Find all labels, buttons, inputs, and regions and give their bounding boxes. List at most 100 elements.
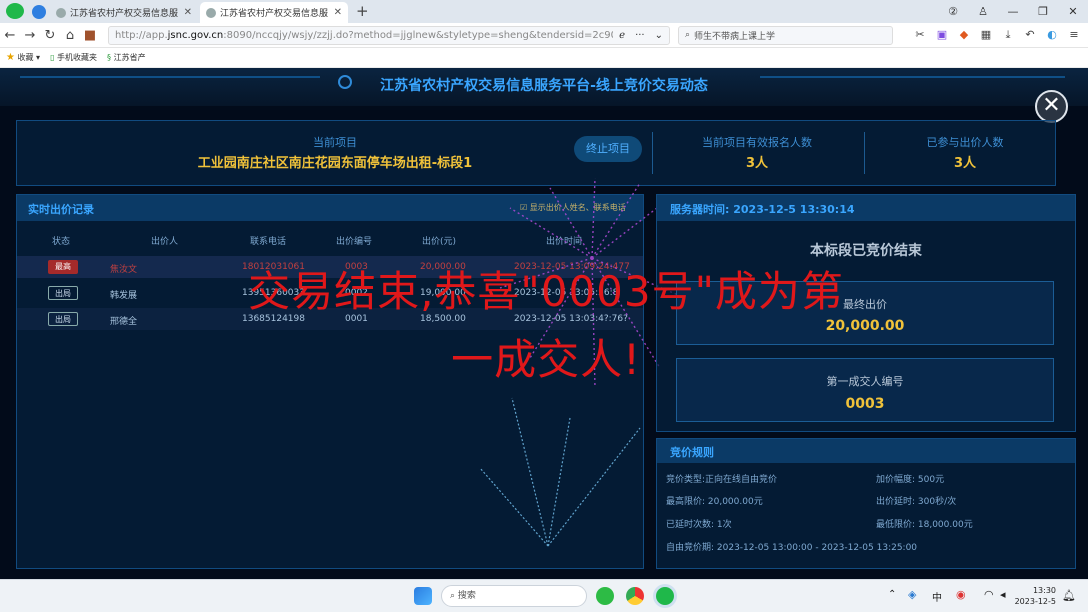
status-badge: 出局 [48, 286, 78, 300]
server-time: 服务器时间: 2023-12-5 13:30:14 [670, 201, 855, 217]
search-icon: ⌕ [450, 591, 456, 601]
bookmark-jiangsu[interactable]: § 江苏省产 [107, 52, 146, 63]
wifi-icon[interactable]: ◠ [984, 588, 994, 601]
chevron-down-icon[interactable]: ⌄ [655, 30, 663, 41]
bidders-label: 已参与出价人数 [926, 136, 1004, 149]
menu-icon[interactable]: ≡ [1064, 28, 1084, 42]
auction-page: 江苏省农村产权交易信息服务平台-线上竞价交易动态 ✕ 当前项目 工业园南庄社区南… [0, 68, 1088, 579]
site-icon: § [107, 53, 112, 62]
extension-icon[interactable]: ■ [80, 28, 100, 43]
clock-time: 13:30 [1032, 586, 1056, 595]
bookmarks-bar: ★ 收藏 ▾ ▯ 手机收藏夹 § 江苏省产 [0, 48, 1088, 68]
bid-number: 0001 [345, 314, 368, 324]
signup-label: 当前项目有效报名人数 [702, 136, 812, 149]
browser-taskbar-icon[interactable] [656, 587, 674, 605]
bidder-name: 韩发展 [110, 291, 138, 301]
page-count-icon[interactable]: ② [938, 5, 968, 18]
url-text[interactable]: http://app.jsnc.gov.cn:8090/nccqjy/wsjy/… [115, 30, 613, 41]
final-price-value: 20,000.00 [825, 318, 905, 334]
edge-icon[interactable]: ◐ [1042, 28, 1062, 42]
new-tab-button[interactable]: + [356, 2, 369, 20]
rules-header-bar [657, 439, 1075, 463]
bookmark-favorites[interactable]: ★ 收藏 ▾ [6, 52, 40, 63]
chrome-icon[interactable] [626, 587, 644, 605]
wechat-icon[interactable] [596, 587, 614, 605]
url-path: :8090/nccqjy/wsjy/zzjj.do?method=jjglnew… [223, 29, 614, 41]
page-title: 江苏省农村产权交易信息服务平台-线上竞价交易动态 [380, 78, 708, 94]
tab-2[interactable]: 江苏省农村产权交易信息服务 ✕ [200, 2, 348, 23]
close-tab-icon[interactable]: ✕ [334, 7, 342, 18]
bid-number: 0003 [345, 262, 368, 272]
search-box[interactable]: ⌕ 师生不带病上课上学 [678, 25, 893, 45]
minimize-button[interactable]: — [998, 5, 1028, 18]
tab-title: 江苏省农村产权交易信息服务 [70, 9, 178, 19]
rule-increment: 加价幅度: 500元 [876, 475, 945, 485]
address-bar[interactable]: http://app.jsnc.gov.cn:8090/nccqjy/wsjy/… [108, 25, 670, 45]
star-icon: ★ [6, 52, 15, 63]
col-status: 状态 [52, 237, 71, 247]
stop-project-button[interactable]: 终止项目 [574, 136, 642, 162]
globe-icon [206, 7, 216, 18]
navigation-bar: ← → ↻ ⌂ ■ http://app.jsnc.gov.cn:8090/nc… [0, 23, 1088, 48]
bidders-count: 3人 [953, 156, 977, 171]
globe-icon [56, 7, 66, 18]
tab-title: 江苏省农村产权交易信息服务 [220, 9, 328, 19]
auction-ended-text: 本标段已竞价结束 [810, 243, 922, 259]
col-phone: 联系电话 [250, 237, 287, 247]
server-time-label: 服务器时间: [670, 203, 730, 216]
close-tab-icon[interactable]: ✕ [184, 7, 192, 18]
grid-icon[interactable]: ▦ [976, 28, 996, 42]
col-bidder: 出价人 [151, 237, 179, 247]
system-clock[interactable]: 13:30 2023-12-5 [1015, 585, 1056, 607]
bookmark-mobile[interactable]: ▯ 手机收藏夹 [50, 52, 97, 63]
scissors-icon[interactable]: ✂ [910, 28, 930, 42]
game-icon[interactable]: ◆ [954, 28, 974, 42]
taskbar-search[interactable]: ⌕ 搜索 [441, 585, 587, 607]
more-icon[interactable]: ··· [635, 30, 645, 41]
search-icon: ⌕ [685, 30, 691, 40]
volume-icon[interactable]: ◂ [1000, 588, 1006, 601]
bid-price: 19,000.00 [420, 288, 466, 298]
rule-min-limit: 最低限价: 18,000.00元 [876, 520, 973, 530]
current-item-label: 当前项目 [313, 136, 357, 149]
shirt-icon[interactable]: ♙ [968, 5, 998, 18]
undo-icon[interactable]: ↶ [1020, 28, 1040, 42]
download-icon[interactable]: ⤓ [998, 28, 1018, 42]
ie-mode-icon[interactable]: ℯ [619, 30, 625, 41]
browser-tab-bar: 江苏省农村产权交易信息服务 ✕ 江苏省农村产权交易信息服务 ✕ + ② ♙ — … [0, 0, 1088, 23]
tray-chevron-icon[interactable]: ⌃ [888, 589, 896, 600]
tab-1[interactable]: 江苏省农村产权交易信息服务 ✕ [50, 2, 198, 23]
refresh-icon[interactable]: ↻ [40, 28, 60, 43]
ime-indicator[interactable]: 中 [932, 589, 942, 604]
rule-delays-done: 已延时次数: 1次 [666, 520, 732, 530]
tray-red-icon[interactable]: ◉ [956, 588, 966, 601]
close-window-button[interactable]: ✕ [1058, 5, 1088, 18]
close-button[interactable]: ✕ [1035, 90, 1068, 123]
taskbar-search-label: 搜索 [457, 591, 476, 601]
forward-icon[interactable]: → [20, 28, 40, 43]
col-number: 出价编号 [336, 237, 373, 247]
browser-logo-icon[interactable] [6, 3, 24, 19]
final-price-box [676, 281, 1054, 345]
rule-period: 自由竞价期: 2023-12-05 13:00:00 - 2023-12-05 … [666, 543, 918, 553]
clock-date: 2023-12-5 [1014, 597, 1056, 606]
current-item-name: 工业园南庄社区南庄花园东面停车场出租-标段1 [197, 156, 473, 171]
server-time-value: 2023-12-5 13:30:14 [733, 203, 855, 216]
divider [864, 132, 865, 174]
bid-number: 0002 [345, 288, 368, 298]
windows-start-icon[interactable] [414, 587, 432, 605]
rules-title: 竞价规则 [670, 446, 714, 459]
notification-bell-icon[interactable]: 🔔︎ [1062, 589, 1076, 602]
bookmark-label: 手机收藏夹 [57, 53, 98, 62]
bookmark-label: 江苏省产 [113, 53, 146, 62]
records-title: 实时出价记录 [28, 203, 94, 216]
restore-button[interactable]: ❐ [1028, 5, 1058, 18]
bidder-phone: 13951360033 [242, 288, 305, 298]
home-icon[interactable]: ⌂ [60, 28, 80, 43]
tray-app-icon[interactable]: ◈ [908, 588, 916, 601]
app-icon[interactable]: ▣ [932, 28, 952, 42]
send-icon[interactable] [32, 5, 46, 19]
taskbar: ⌕ 搜索 ⌃ ◈ 中 ◉ ◠ ◂ 13:30 2023-12-5 🔔︎ [0, 579, 1088, 612]
bid-price: 18,500.00 [420, 314, 466, 324]
back-icon[interactable]: ← [0, 28, 20, 43]
